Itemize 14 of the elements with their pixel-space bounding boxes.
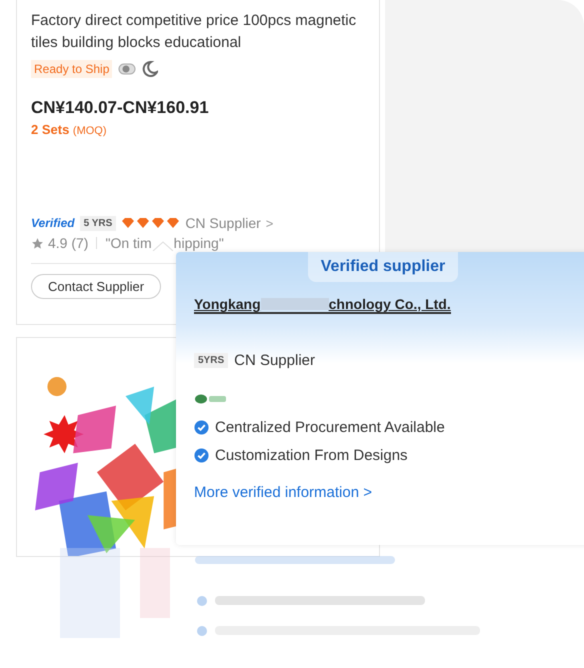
feature-text: Centralized Procurement Available (215, 419, 445, 436)
verified-supplier-header: Verified supplier (308, 252, 458, 282)
highlight-text: "On tim (105, 235, 152, 251)
verified-label: Verified (31, 216, 75, 230)
price-range: CN¥140.07-CN¥160.91 (31, 98, 210, 118)
chevron-text: > (266, 216, 274, 230)
years-badge: 5YRS (194, 353, 228, 368)
rating-text: 4.9 (7) (48, 235, 88, 251)
minimum-order: 2 Sets (MOQ) (31, 122, 108, 137)
supplier-type: CN Supplier (234, 352, 315, 369)
ready-to-ship-badge: Ready to Ship (31, 60, 112, 78)
highlight-text: hipping" (174, 235, 224, 251)
feature-text: Customization From Designs (215, 447, 408, 464)
years-badge: 5 YRS (80, 216, 116, 230)
